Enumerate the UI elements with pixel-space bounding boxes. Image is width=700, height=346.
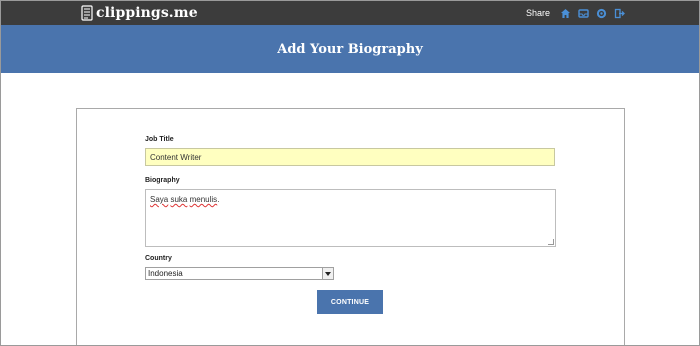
continue-button[interactable]: CONTINUE [317,290,383,314]
chevron-down-icon[interactable] [322,268,333,279]
job-title-label: Job Title [145,136,174,143]
clippings-logo-icon [81,5,93,21]
home-icon[interactable] [560,8,571,19]
biography-textarea[interactable]: Saya suka menulis. [145,189,556,247]
country-select[interactable]: Indonesia [145,267,334,280]
bio-word-menulis: menulis [189,195,218,204]
header-banner: Add Your Biography [1,25,699,73]
job-title-input[interactable]: Content Writer [145,148,555,166]
resize-handle[interactable] [548,239,554,245]
share-link[interactable]: Share [526,8,550,18]
bio-word-suka: suka [170,195,188,204]
logo[interactable]: clippings.me [81,4,198,22]
nav-actions: Share [526,5,625,21]
country-selected-value: Indonesia [148,269,183,278]
settings-icon[interactable] [596,8,607,19]
top-nav: clippings.me Share [1,1,699,25]
biography-form: Job Title Content Writer Biography Saya … [76,108,625,345]
inbox-icon[interactable] [578,8,589,19]
country-label: Country [145,255,172,262]
biography-label: Biography [145,177,180,184]
bio-end: . [217,195,220,204]
logout-icon[interactable] [614,8,625,19]
page-title: Add Your Biography [277,41,423,57]
bio-word-saya: Saya [150,195,169,204]
logo-text: clippings.me [96,5,198,21]
